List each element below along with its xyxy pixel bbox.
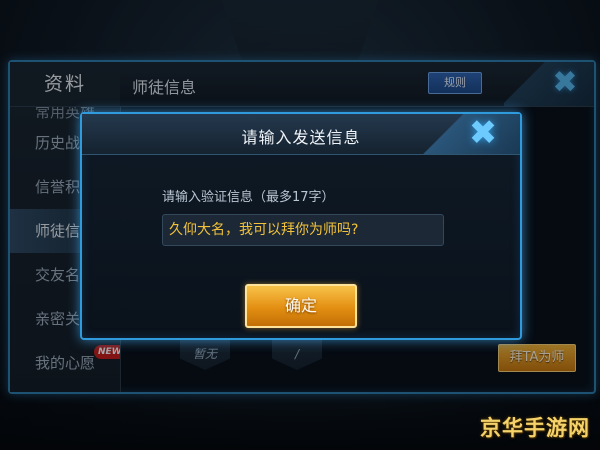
confirm-button[interactable]: 确定	[245, 284, 357, 328]
send-message-dialog: 请输入发送信息 ✖ 请输入验证信息（最多17字） 久仰大名，我可以拜你为师吗? …	[80, 112, 522, 340]
dialog-title: 请输入发送信息	[241, 128, 361, 147]
close-icon[interactable]: ✖	[466, 116, 500, 150]
verification-message-input[interactable]: 久仰大名，我可以拜你为师吗?	[162, 214, 444, 246]
dialog-header: 请输入发送信息	[82, 114, 520, 155]
verification-prompt-label: 请输入验证信息（最多17字）	[162, 190, 335, 205]
site-watermark: 京华手游网	[480, 416, 590, 440]
